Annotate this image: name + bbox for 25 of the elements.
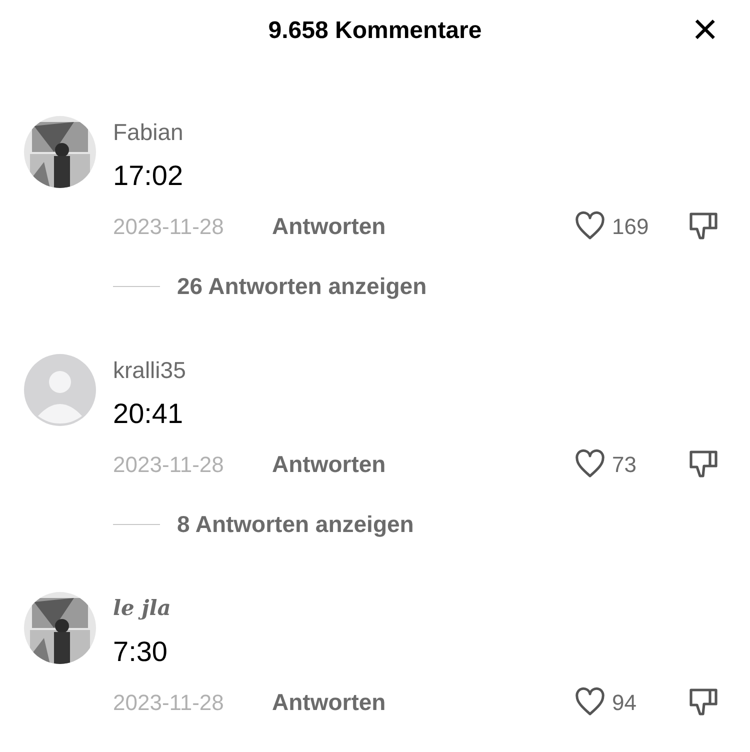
thumbs-down-icon[interactable]	[688, 687, 720, 717]
like-count: 169	[612, 212, 650, 240]
username[interactable]: kralli35	[113, 354, 186, 386]
thumbs-down-icon[interactable]	[688, 449, 720, 479]
username[interactable]: Fabian	[113, 116, 184, 148]
reply-button[interactable]: Antworten	[272, 684, 386, 720]
like-count: 94	[612, 688, 638, 716]
comment-date: 2023-11-28	[113, 688, 225, 716]
thumbs-down-icon[interactable]	[688, 211, 720, 241]
heart-icon[interactable]	[574, 449, 606, 479]
comment-text: 7:30	[113, 635, 168, 669]
comment-date: 2023-11-28	[113, 450, 225, 478]
view-replies-button[interactable]: 8 Antworten anzeigen	[177, 507, 414, 542]
heart-icon[interactable]	[574, 687, 606, 717]
comment-text: 20:41	[113, 397, 184, 431]
comment-text: 17:02	[113, 159, 184, 193]
reply-button[interactable]: Antworten	[272, 446, 386, 482]
reply-button[interactable]: Antworten	[272, 208, 386, 244]
comment-date: 2023-11-28	[113, 212, 225, 240]
username[interactable]: le jla	[113, 592, 171, 624]
comments-title: 9.658 Kommentare	[268, 16, 482, 46]
like-count: 73	[612, 450, 638, 478]
view-replies-button[interactable]: 26 Antworten anzeigen	[177, 269, 427, 304]
close-button[interactable]: ×	[692, 8, 718, 52]
heart-icon[interactable]	[574, 211, 606, 241]
